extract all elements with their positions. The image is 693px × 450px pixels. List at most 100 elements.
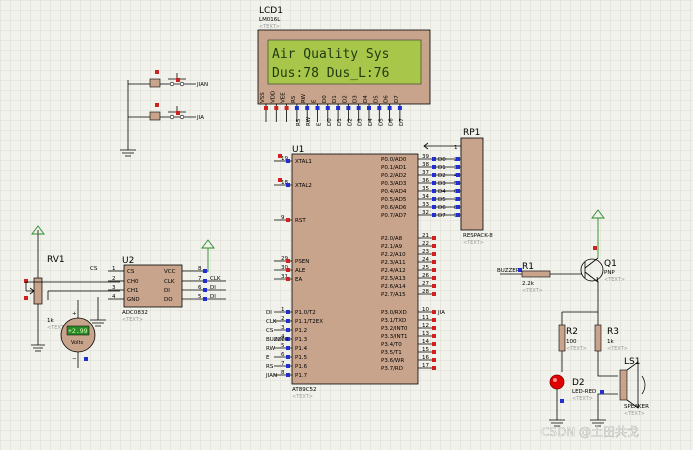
mcu-left-pin-marker	[286, 364, 290, 368]
adc-right-net: DI	[210, 294, 216, 300]
mcu-p0-net: D7	[438, 213, 446, 219]
lcd-pin-net: D2	[347, 118, 353, 126]
mcu-right-pin-marker	[432, 236, 436, 240]
adc-left-pin-num: 2	[112, 276, 116, 282]
mcu-p0-net: D1	[438, 165, 446, 171]
lcd-pin-marker	[387, 106, 392, 110]
mcu-right-pin-marker	[432, 342, 436, 346]
mcu-right-pin-marker	[432, 292, 436, 296]
mcu-right-pin-num: 38	[422, 162, 429, 168]
mcu-right-pin-marker	[432, 189, 436, 193]
lcd-pin-name: D0	[322, 95, 328, 103]
mcu-right-pin-name: P2.4/A12	[381, 268, 406, 274]
lcd-pin-net: RS	[296, 118, 302, 126]
lcd-pin-net: D6	[389, 118, 395, 126]
q1-pin-marker	[593, 246, 597, 250]
watermark: CSDN @土田共戈	[541, 425, 639, 439]
mcu-right-pin-name: P2.7/A15	[381, 292, 406, 298]
voltmeter-unit: Volts	[71, 340, 83, 346]
lcd-pin-net: D4	[368, 118, 374, 126]
mcu-right-pin-marker	[432, 181, 436, 185]
mcu-right-pin-num: 34	[422, 194, 429, 200]
adc-right-pin-name: CLK	[164, 279, 175, 285]
voltmeter-minus: −	[72, 356, 77, 362]
mcu-left-pin-marker	[286, 346, 290, 350]
mcu-right-pin-name: P2.3/A11	[381, 260, 406, 266]
button-jia-net: JIA	[196, 115, 204, 121]
d2-text-tag: <TEXT>	[572, 396, 593, 402]
mcu-right-pin-num: 24	[422, 257, 429, 263]
lcd-pin-net: E	[317, 122, 323, 126]
mcu-left-pin-num: 9	[281, 215, 285, 221]
mcu-right-pin-name: P2.0/A8	[381, 236, 403, 242]
lcd-model: LM016L	[259, 17, 281, 23]
mcu-right-pin-marker	[432, 205, 436, 209]
adc-right-pin-num: 5	[198, 294, 202, 300]
mcu-right-pin-num: 39	[422, 154, 429, 160]
adc-right-pin-marker	[203, 288, 207, 292]
mcu-right-pin-marker	[432, 276, 436, 280]
ls1-model: SPEAKER	[624, 404, 649, 410]
adc-ref: U2	[122, 256, 134, 266]
rp1-pin-marker	[456, 173, 460, 177]
mcu-ref: U1	[292, 145, 304, 155]
lcd-pin-name: RW	[301, 93, 307, 103]
rp1-pin-marker	[456, 181, 460, 185]
mcu-left-pin-net: RS	[266, 364, 274, 370]
mcu-left-pin-name: P1.1/T2EX	[295, 319, 323, 325]
mcu-right-pin-name: P3.4/T0	[381, 342, 402, 348]
d2-highlight	[553, 378, 557, 382]
mcu-left-pin-name: P1.2	[295, 328, 307, 334]
button-jian-net: JIAN	[196, 82, 208, 88]
schematic-canvas[interactable]: LCD1 LM016L <TEXT> Air Quality Sys Dus:7…	[0, 0, 693, 450]
r2-ref: R2	[566, 327, 578, 337]
mcu-left-pin-name: XTAL1	[295, 159, 312, 165]
mcu-left-pin-num: 5	[281, 343, 285, 349]
adc-text-tag: <TEXT>	[122, 317, 143, 323]
mcu-right-pin-num: 37	[422, 170, 429, 176]
rp1-pin-marker	[456, 197, 460, 201]
adc-left-pin-name: CH0	[127, 279, 139, 285]
rp1-pin-marker	[456, 189, 460, 193]
mcu-right-pin-name: P0.0/AD0	[381, 157, 407, 163]
rp1-pin-marker	[456, 157, 460, 161]
adc-right-pin-name: DI	[164, 288, 170, 294]
lcd-pin-marker	[325, 106, 330, 110]
mcu-left-pin-marker	[286, 355, 290, 359]
mcu-right-pin-num: 32	[422, 210, 429, 216]
mcu-left-pin-net: CLK	[266, 319, 277, 325]
mcu-right-pin-num: 27	[422, 281, 429, 287]
mcu-left-pin-marker	[286, 373, 290, 377]
mcu-left-pin-name: P1.7	[295, 373, 308, 379]
mcu-right-pin-name: P3.6/WR	[381, 358, 404, 364]
buzzer-net-label: BUZZER	[497, 268, 520, 274]
mcu-right-pin-num: 10	[422, 307, 429, 313]
lcd-pin-name: D2	[342, 95, 348, 103]
lcd-pin-marker	[367, 106, 371, 110]
lcd-pin-name: VSS	[260, 92, 266, 103]
lcd-pin-name: RS	[291, 95, 297, 103]
mcu-left-pin-marker	[286, 328, 290, 332]
mcu-right-pin-name: P0.7/AD7	[381, 213, 407, 219]
mcu-right-pin-marker	[432, 334, 436, 338]
lcd-pin-marker	[294, 106, 299, 110]
mcu-right-pin-num: 13	[422, 331, 429, 337]
mcu-right-pin-num: 33	[422, 202, 429, 208]
mcu-model: AT89C52	[292, 387, 317, 393]
voltmeter-pin-marker	[84, 357, 88, 361]
mcu-right-pin-marker	[432, 268, 436, 272]
mcu-left-pin-marker	[286, 310, 290, 314]
r1-value: 2.2k	[522, 281, 535, 287]
r2-body	[558, 324, 566, 352]
adc-model: ADC0832	[122, 310, 148, 316]
r2-text-tag: <TEXT>	[566, 346, 587, 352]
adc-right-pin-name: DO	[164, 297, 173, 303]
lcd-pin-marker	[264, 106, 268, 110]
rp1-pin-marker	[456, 205, 460, 209]
rv1-value: 1k	[47, 318, 54, 324]
r1-ref: R1	[522, 262, 534, 272]
mcu-right-pin-num: 21	[422, 233, 429, 239]
mcu-left-pin-net: DI	[266, 310, 272, 316]
mcu-left-pin-marker	[286, 183, 290, 187]
lcd-pin-name: VDD	[270, 91, 276, 103]
